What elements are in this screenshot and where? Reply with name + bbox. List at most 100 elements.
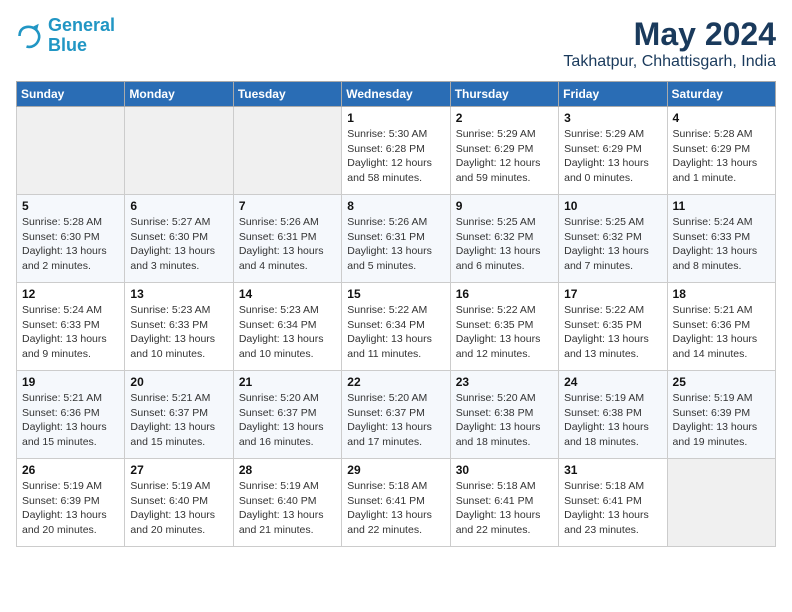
day-info: Sunrise: 5:20 AMSunset: 6:37 PMDaylight:… bbox=[239, 391, 336, 450]
calendar-week-row: 19 Sunrise: 5:21 AMSunset: 6:36 PMDayligh… bbox=[17, 371, 776, 459]
calendar-week-row: 12 Sunrise: 5:24 AMSunset: 6:33 PMDayligh… bbox=[17, 283, 776, 371]
logo: General Blue bbox=[16, 16, 115, 56]
day-number: 6 bbox=[130, 199, 227, 213]
calendar-cell: 22Sunrise: 5:20 AMSunset: 6:37 PMDayligh… bbox=[342, 371, 450, 459]
day-number: 19 bbox=[22, 375, 119, 389]
day-info: Sunrise: 5:25 AMSunset: 6:32 PMDaylight:… bbox=[456, 215, 553, 274]
calendar-cell: 2 Sunrise: 5:29 AMSunset: 6:29 PMDaylight… bbox=[450, 107, 558, 195]
calendar-cell: 4 Sunrise: 5:28 AMSunset: 6:29 PMDaylight… bbox=[667, 107, 775, 195]
calendar-cell: 31 Sunrise: 5:18 AMSunset: 6:41 PMDayligh… bbox=[559, 459, 667, 547]
day-info: Sunrise: 5:29 AMSunset: 6:29 PMDaylight:… bbox=[456, 127, 553, 186]
calendar-cell: 14 Sunrise: 5:23 AMSunset: 6:34 PMDayligh… bbox=[233, 283, 341, 371]
calendar-cell: 30 Sunrise: 5:18 AMSunset: 6:41 PMDayligh… bbox=[450, 459, 558, 547]
calendar-week-row: 5 Sunrise: 5:28 AMSunset: 6:30 PMDaylight… bbox=[17, 195, 776, 283]
day-number: 2 bbox=[456, 111, 553, 125]
calendar-cell: 18 Sunrise: 5:21 AMSunset: 6:36 PMDayligh… bbox=[667, 283, 775, 371]
day-number: 15 bbox=[347, 287, 444, 301]
calendar-cell: 21Sunrise: 5:20 AMSunset: 6:37 PMDayligh… bbox=[233, 371, 341, 459]
day-info: Sunrise: 5:21 AMSunset: 6:36 PMDaylight:… bbox=[22, 391, 119, 450]
day-number: 28 bbox=[239, 463, 336, 477]
calendar-cell: 23 Sunrise: 5:20 AMSunset: 6:38 PMDayligh… bbox=[450, 371, 558, 459]
day-number: 4 bbox=[673, 111, 770, 125]
day-number: 14 bbox=[239, 287, 336, 301]
day-info: Sunrise: 5:19 AMSunset: 6:39 PMDaylight:… bbox=[22, 479, 119, 538]
logo-icon bbox=[16, 22, 44, 50]
day-info: Sunrise: 5:19 AMSunset: 6:40 PMDaylight:… bbox=[130, 479, 227, 538]
day-number: 16 bbox=[456, 287, 553, 301]
day-number: 27 bbox=[130, 463, 227, 477]
day-number: 20 bbox=[130, 375, 227, 389]
day-info: Sunrise: 5:18 AMSunset: 6:41 PMDaylight:… bbox=[564, 479, 661, 538]
day-number: 30 bbox=[456, 463, 553, 477]
day-number: 18 bbox=[673, 287, 770, 301]
day-number: 10 bbox=[564, 199, 661, 213]
calendar-cell: 25Sunrise: 5:19 AMSunset: 6:39 PMDayligh… bbox=[667, 371, 775, 459]
day-number: 26 bbox=[22, 463, 119, 477]
calendar-cell bbox=[233, 107, 341, 195]
calendar-cell bbox=[125, 107, 233, 195]
day-info: Sunrise: 5:18 AMSunset: 6:41 PMDaylight:… bbox=[456, 479, 553, 538]
day-info: Sunrise: 5:23 AMSunset: 6:33 PMDaylight:… bbox=[130, 303, 227, 362]
weekday-header-cell: Wednesday bbox=[342, 82, 450, 107]
day-info: Sunrise: 5:23 AMSunset: 6:34 PMDaylight:… bbox=[239, 303, 336, 362]
header: General Blue May 2024 Takhatpur, Chhatti… bbox=[16, 16, 776, 71]
calendar-cell: 27 Sunrise: 5:19 AMSunset: 6:40 PMDayligh… bbox=[125, 459, 233, 547]
day-info: Sunrise: 5:21 AMSunset: 6:37 PMDaylight:… bbox=[130, 391, 227, 450]
day-info: Sunrise: 5:24 AMSunset: 6:33 PMDaylight:… bbox=[22, 303, 119, 362]
calendar-cell bbox=[17, 107, 125, 195]
calendar-cell: 8 Sunrise: 5:26 AMSunset: 6:31 PMDaylight… bbox=[342, 195, 450, 283]
calendar-cell: 1Sunrise: 5:30 AMSunset: 6:28 PMDaylight… bbox=[342, 107, 450, 195]
weekday-header-cell: Tuesday bbox=[233, 82, 341, 107]
day-info: Sunrise: 5:20 AMSunset: 6:38 PMDaylight:… bbox=[456, 391, 553, 450]
day-info: Sunrise: 5:26 AMSunset: 6:31 PMDaylight:… bbox=[239, 215, 336, 274]
day-number: 25 bbox=[673, 375, 770, 389]
day-info: Sunrise: 5:22 AMSunset: 6:35 PMDaylight:… bbox=[564, 303, 661, 362]
calendar-cell: 24Sunrise: 5:19 AMSunset: 6:38 PMDayligh… bbox=[559, 371, 667, 459]
day-number: 23 bbox=[456, 375, 553, 389]
day-info: Sunrise: 5:22 AMSunset: 6:35 PMDaylight:… bbox=[456, 303, 553, 362]
day-number: 22 bbox=[347, 375, 444, 389]
day-info: Sunrise: 5:21 AMSunset: 6:36 PMDaylight:… bbox=[673, 303, 770, 362]
day-number: 5 bbox=[22, 199, 119, 213]
weekday-header-cell: Sunday bbox=[17, 82, 125, 107]
calendar-cell bbox=[667, 459, 775, 547]
day-number: 13 bbox=[130, 287, 227, 301]
day-info: Sunrise: 5:19 AMSunset: 6:40 PMDaylight:… bbox=[239, 479, 336, 538]
calendar-cell: 13 Sunrise: 5:23 AMSunset: 6:33 PMDayligh… bbox=[125, 283, 233, 371]
calendar-cell: 17 Sunrise: 5:22 AMSunset: 6:35 PMDayligh… bbox=[559, 283, 667, 371]
weekday-header-row: SundayMondayTuesdayWednesdayThursdayFrid… bbox=[17, 82, 776, 107]
day-info: Sunrise: 5:28 AMSunset: 6:29 PMDaylight:… bbox=[673, 127, 770, 186]
day-info: Sunrise: 5:22 AMSunset: 6:34 PMDaylight:… bbox=[347, 303, 444, 362]
day-number: 1 bbox=[347, 111, 444, 125]
calendar-cell: 16 Sunrise: 5:22 AMSunset: 6:35 PMDayligh… bbox=[450, 283, 558, 371]
calendar-cell: 19 Sunrise: 5:21 AMSunset: 6:36 PMDayligh… bbox=[17, 371, 125, 459]
day-number: 11 bbox=[673, 199, 770, 213]
calendar-body: 1Sunrise: 5:30 AMSunset: 6:28 PMDaylight… bbox=[17, 107, 776, 547]
day-number: 8 bbox=[347, 199, 444, 213]
weekday-header-cell: Saturday bbox=[667, 82, 775, 107]
day-number: 17 bbox=[564, 287, 661, 301]
calendar-cell: 5 Sunrise: 5:28 AMSunset: 6:30 PMDaylight… bbox=[17, 195, 125, 283]
calendar-cell: 20 Sunrise: 5:21 AMSunset: 6:37 PMDayligh… bbox=[125, 371, 233, 459]
calendar-cell: 11Sunrise: 5:24 AMSunset: 6:33 PMDayligh… bbox=[667, 195, 775, 283]
calendar-cell: 6 Sunrise: 5:27 AMSunset: 6:30 PMDaylight… bbox=[125, 195, 233, 283]
weekday-header-cell: Friday bbox=[559, 82, 667, 107]
calendar-cell: 10 Sunrise: 5:25 AMSunset: 6:32 PMDayligh… bbox=[559, 195, 667, 283]
day-info: Sunrise: 5:26 AMSunset: 6:31 PMDaylight:… bbox=[347, 215, 444, 274]
day-info: Sunrise: 5:28 AMSunset: 6:30 PMDaylight:… bbox=[22, 215, 119, 274]
weekday-header-cell: Monday bbox=[125, 82, 233, 107]
day-info: Sunrise: 5:29 AMSunset: 6:29 PMDaylight:… bbox=[564, 127, 661, 186]
day-info: Sunrise: 5:25 AMSunset: 6:32 PMDaylight:… bbox=[564, 215, 661, 274]
day-info: Sunrise: 5:27 AMSunset: 6:30 PMDaylight:… bbox=[130, 215, 227, 274]
day-number: 3 bbox=[564, 111, 661, 125]
day-number: 12 bbox=[22, 287, 119, 301]
calendar-week-row: 1Sunrise: 5:30 AMSunset: 6:28 PMDaylight… bbox=[17, 107, 776, 195]
day-number: 31 bbox=[564, 463, 661, 477]
calendar-cell: 9Sunrise: 5:25 AMSunset: 6:32 PMDaylight… bbox=[450, 195, 558, 283]
calendar-cell: 15 Sunrise: 5:22 AMSunset: 6:34 PMDayligh… bbox=[342, 283, 450, 371]
page-title: May 2024 bbox=[563, 16, 776, 53]
calendar-cell: 26 Sunrise: 5:19 AMSunset: 6:39 PMDayligh… bbox=[17, 459, 125, 547]
logo-text: General Blue bbox=[48, 16, 115, 56]
day-info: Sunrise: 5:18 AMSunset: 6:41 PMDaylight:… bbox=[347, 479, 444, 538]
weekday-header-cell: Thursday bbox=[450, 82, 558, 107]
